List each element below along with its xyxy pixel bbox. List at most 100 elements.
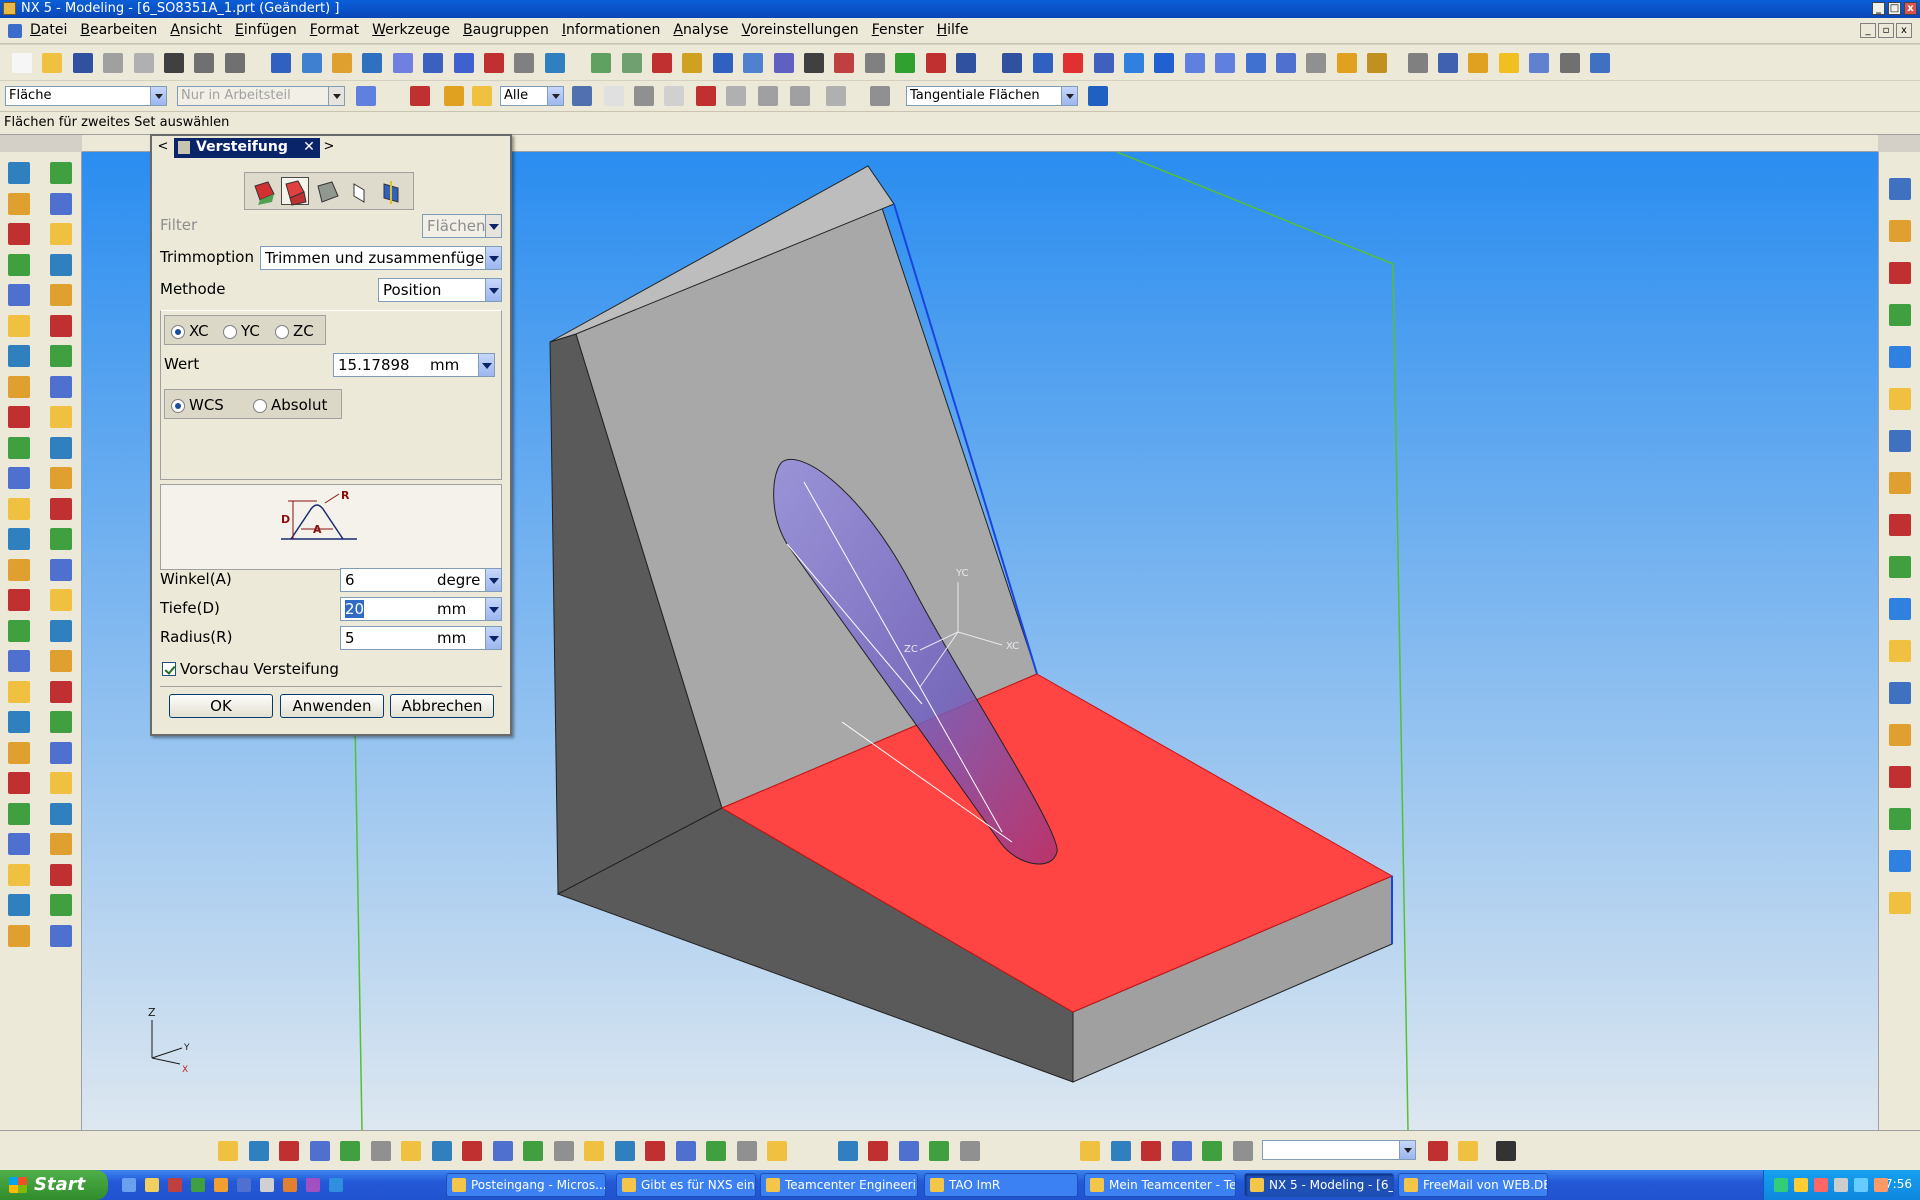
- dialog-forward-arrow-icon[interactable]: >: [322, 139, 336, 156]
- history-icon[interactable]: [1889, 388, 1911, 410]
- task-button[interactable]: FreeMail von WEB.DE...: [1398, 1173, 1548, 1197]
- menu-item-7[interactable]: Informationen: [562, 22, 661, 38]
- feature-tool-icon[interactable]: [50, 559, 72, 581]
- feature-tool-icon[interactable]: [50, 467, 72, 489]
- delete-icon[interactable]: [164, 53, 184, 73]
- control-point-icon[interactable]: [726, 86, 746, 106]
- datum-icon[interactable]: [332, 53, 352, 73]
- doc-restore-button[interactable]: ▫: [1878, 23, 1894, 38]
- feature-tool-icon[interactable]: [8, 498, 30, 520]
- axis-radio-zc[interactable]: ZC: [275, 322, 314, 340]
- feature-tool-icon[interactable]: [50, 528, 72, 550]
- snap-icon[interactable]: [410, 86, 430, 106]
- menu-item-8[interactable]: Analyse: [673, 22, 728, 38]
- dialog-back-arrow-icon[interactable]: <: [156, 139, 170, 156]
- feature-tool-icon[interactable]: [8, 894, 30, 916]
- sweep-icon[interactable]: [1172, 1141, 1192, 1161]
- mid-point-icon[interactable]: [696, 86, 716, 106]
- shaded-icon[interactable]: [1276, 53, 1296, 73]
- face-set-1-step[interactable]: [249, 177, 277, 205]
- feature-tool-icon[interactable]: [8, 772, 30, 794]
- color-icon[interactable]: [1468, 53, 1488, 73]
- feature-tool-icon[interactable]: [8, 467, 30, 489]
- doc-minimize-button[interactable]: _: [1860, 23, 1876, 38]
- all-filter-select[interactable]: Alle: [500, 86, 564, 106]
- feature-tool-icon[interactable]: [50, 864, 72, 886]
- save-icon[interactable]: [73, 53, 93, 73]
- quick-launch-icon[interactable]: [168, 1178, 182, 1192]
- sketch-icon[interactable]: [271, 53, 291, 73]
- preferences-icon[interactable]: [1499, 53, 1519, 73]
- feature-tool-icon[interactable]: [50, 284, 72, 306]
- feature-tool-icon[interactable]: [8, 528, 30, 550]
- feature-tool-icon[interactable]: [50, 772, 72, 794]
- trimetric-icon[interactable]: [1246, 53, 1266, 73]
- reuse-library-icon[interactable]: [1889, 430, 1911, 452]
- scale-icon[interactable]: [960, 1141, 980, 1161]
- slot-icon[interactable]: [401, 1141, 421, 1161]
- hide-icon[interactable]: [682, 53, 702, 73]
- quick-launch-icon[interactable]: [214, 1178, 228, 1192]
- menu-item-0[interactable]: Datei: [30, 22, 67, 38]
- quick-launch-icon[interactable]: [145, 1178, 159, 1192]
- mesh-icon[interactable]: [1428, 1141, 1448, 1161]
- gusset-face-step[interactable]: [313, 177, 341, 205]
- web-browser-icon[interactable]: [1889, 304, 1911, 326]
- snap-point-icon[interactable]: [423, 53, 443, 73]
- wireframe-icon[interactable]: [1306, 53, 1326, 73]
- rectangle-select-icon[interactable]: [826, 86, 846, 106]
- zoom-icon[interactable]: [1002, 53, 1022, 73]
- feature-tool-icon[interactable]: [50, 589, 72, 611]
- feature-tool-icon[interactable]: [50, 223, 72, 245]
- feature-tool-icon[interactable]: [8, 315, 30, 337]
- quick-launch-icon[interactable]: [329, 1178, 343, 1192]
- tray-icon[interactable]: [1814, 1178, 1828, 1192]
- scope-select[interactable]: Nur in Arbeitsteil: [177, 86, 345, 106]
- emboss-icon[interactable]: [1141, 1141, 1161, 1161]
- feature-tool-icon[interactable]: [50, 742, 72, 764]
- csys-icon[interactable]: [362, 53, 382, 73]
- feature-tool-icon[interactable]: [50, 925, 72, 947]
- task-button[interactable]: Gibt es für NXS ein Ri...: [616, 1173, 756, 1197]
- tube-icon[interactable]: [1202, 1141, 1222, 1161]
- revolve-icon[interactable]: [249, 1141, 269, 1161]
- task-button[interactable]: Posteingang - Micros...: [446, 1173, 606, 1197]
- blank-icon[interactable]: [713, 53, 733, 73]
- system-scenes-icon[interactable]: [1889, 682, 1911, 704]
- menu-item-11[interactable]: Hilfe: [937, 22, 969, 38]
- method-select[interactable]: Position: [378, 278, 502, 302]
- menu-item-4[interactable]: Format: [310, 22, 359, 38]
- feature-tool-icon[interactable]: [8, 681, 30, 703]
- window-title-bar[interactable]: NX 5 - Modeling - [6_SO8351A_1.prt (Geän…: [0, 0, 1920, 18]
- grid-icon[interactable]: [804, 53, 824, 73]
- menu-item-10[interactable]: Fenster: [872, 22, 924, 38]
- feature-tool-icon[interactable]: [8, 650, 30, 672]
- quick-launch-icon[interactable]: [306, 1178, 320, 1192]
- roles-icon[interactable]: [1889, 640, 1911, 662]
- tray-icon[interactable]: [1854, 1178, 1868, 1192]
- feature-tool-icon[interactable]: [8, 559, 30, 581]
- subtract-icon[interactable]: [737, 1141, 757, 1161]
- feature-tool-icon[interactable]: [8, 589, 30, 611]
- hole-icon[interactable]: [279, 1141, 299, 1161]
- undo-icon[interactable]: [194, 53, 214, 73]
- zoom-area-icon[interactable]: [956, 53, 976, 73]
- curvature-icon[interactable]: [1438, 53, 1458, 73]
- pad-icon[interactable]: [371, 1141, 391, 1161]
- feature-tool-icon[interactable]: [50, 498, 72, 520]
- show-icon[interactable]: [652, 53, 672, 73]
- groove-icon[interactable]: [432, 1141, 452, 1161]
- split-body-icon[interactable]: [615, 1141, 635, 1161]
- tray-icon[interactable]: [1794, 1178, 1808, 1192]
- feature-tool-icon[interactable]: [8, 223, 30, 245]
- process-studio-icon[interactable]: [1889, 514, 1911, 536]
- constraint-navigator-icon[interactable]: [1889, 220, 1911, 242]
- apply-button[interactable]: Anwenden: [280, 694, 384, 718]
- front-view-icon[interactable]: [1124, 53, 1144, 73]
- filter-select[interactable]: Flächen: [422, 214, 502, 238]
- patch-icon[interactable]: [868, 1141, 888, 1161]
- feature-tool-icon[interactable]: [50, 376, 72, 398]
- angle-input[interactable]: 6 degre: [340, 568, 502, 592]
- part-navigator-icon[interactable]: [1889, 262, 1911, 284]
- extrude-icon[interactable]: [218, 1141, 238, 1161]
